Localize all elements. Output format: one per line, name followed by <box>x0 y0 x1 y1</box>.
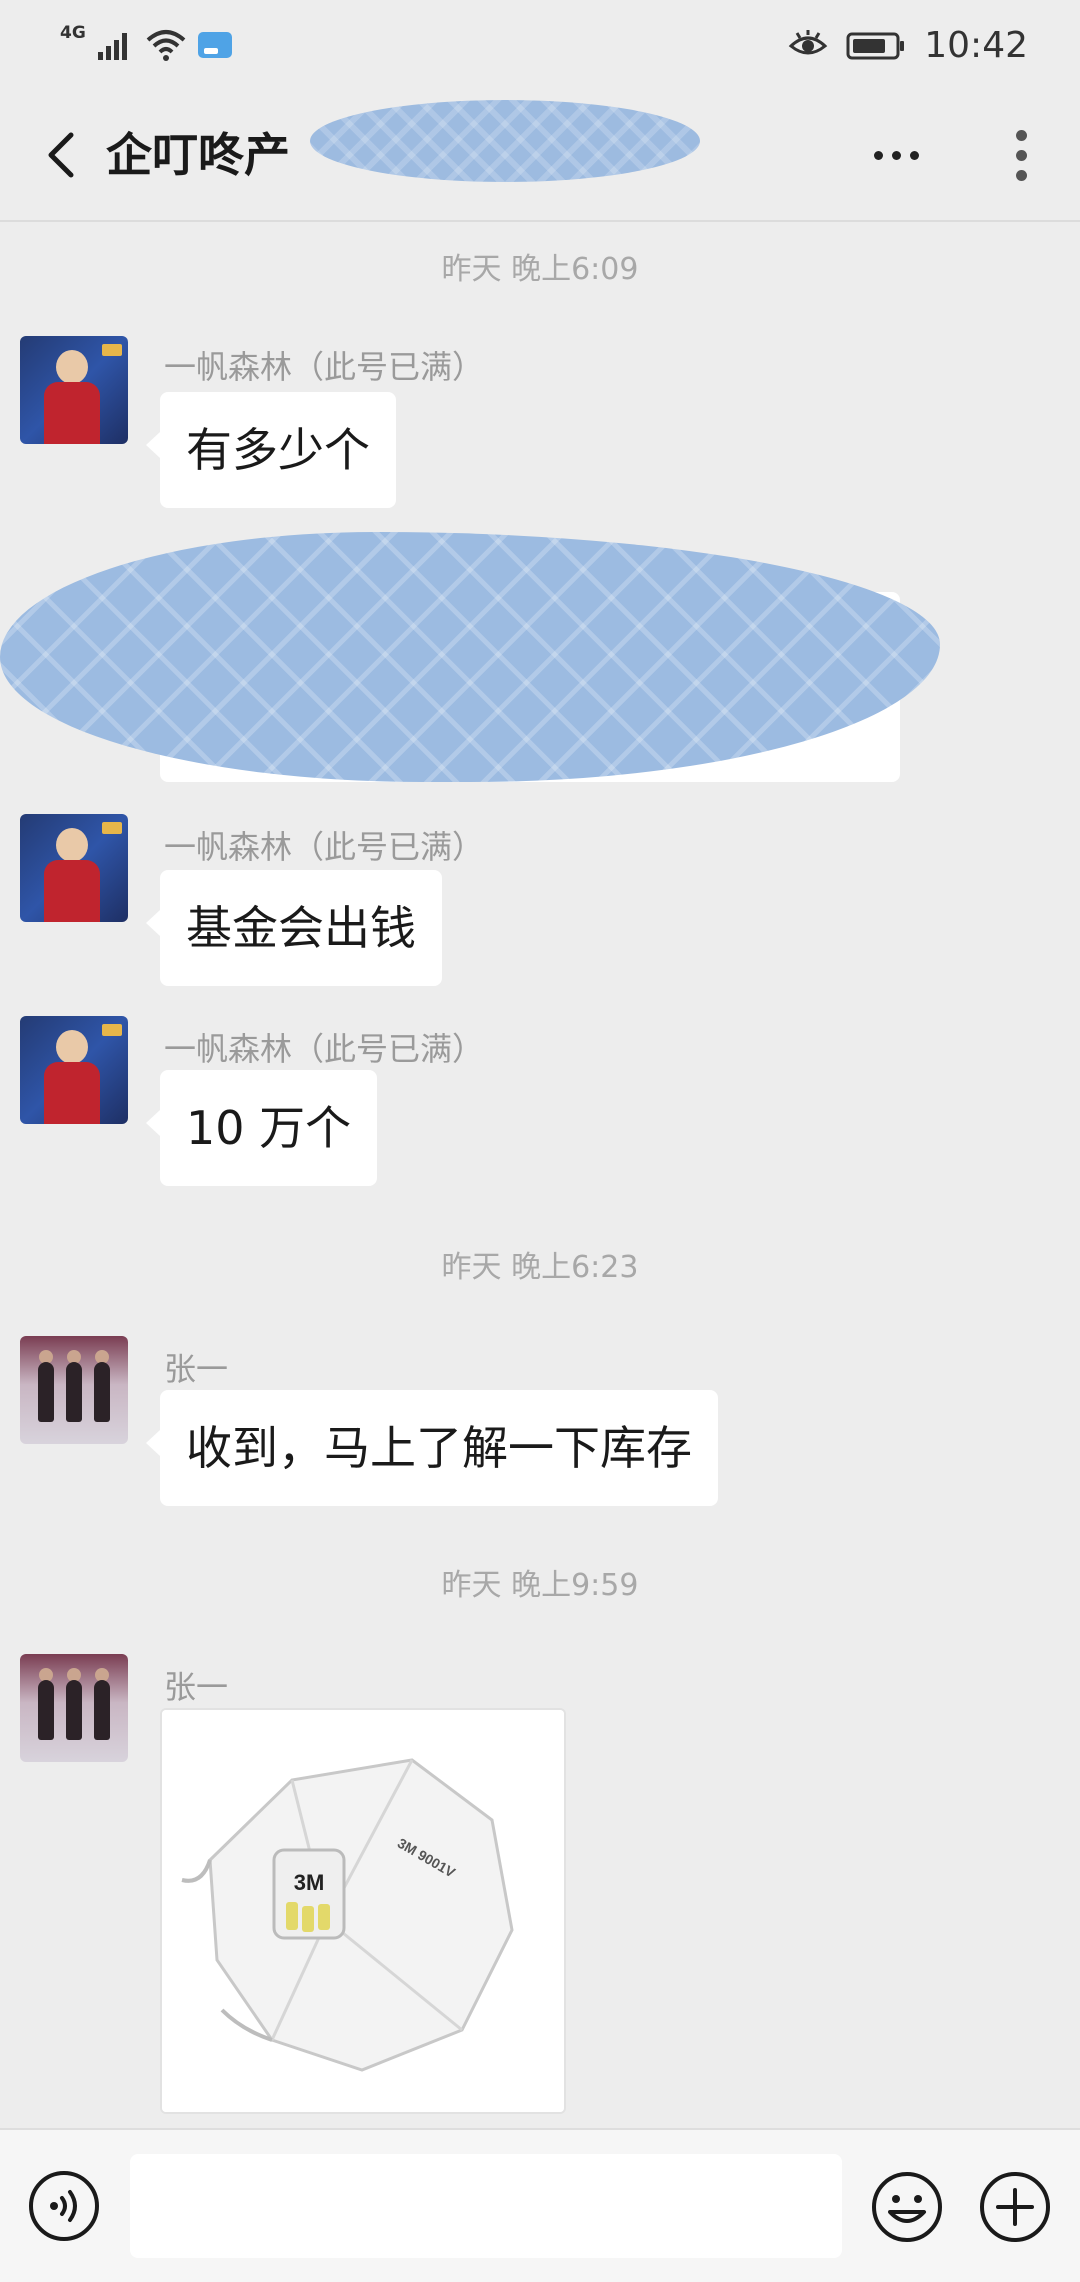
timestamp: 昨天 晚上9:59 <box>441 1568 639 1603</box>
message-bubble[interactable]: 收到，马上了解一下库存 <box>146 1390 718 1506</box>
mask-brand-text: 3M <box>294 1870 325 1895</box>
emoji-icon <box>872 2172 942 2242</box>
emoji-button[interactable] <box>870 2170 944 2244</box>
chevron-left-icon <box>48 132 74 178</box>
wifi-icon <box>146 30 186 61</box>
plus-icon <box>980 2172 1050 2242</box>
timestamp: 昨天 晚上6:09 <box>441 252 639 287</box>
sender-name: 张一 <box>164 1350 229 1388</box>
avatar[interactable] <box>20 1654 128 1762</box>
sender-name: 一帆森林（此号已满） <box>164 828 485 866</box>
battery-icon <box>846 32 905 60</box>
respirator-mask-image: 3M 3M 9001V <box>162 1710 564 2112</box>
avatar[interactable] <box>20 336 128 444</box>
signal-icon <box>97 33 127 60</box>
status-bar: 4G 10:42 <box>0 0 1080 90</box>
avatar[interactable] <box>20 814 128 922</box>
menu-button[interactable] <box>996 120 1046 190</box>
back-button[interactable] <box>28 120 92 190</box>
status-right: 10:42 <box>788 22 1028 68</box>
status-left: 4G <box>60 22 234 68</box>
message-bubble[interactable]: 10 万个 <box>145 1070 378 1186</box>
message-bubble[interactable]: 有多少个 <box>146 392 396 508</box>
sender-name: 张一 <box>164 1668 229 1706</box>
eye-comfort-icon <box>788 30 828 55</box>
sender-name: 一帆森林（此号已满） <box>164 1030 485 1068</box>
message-input[interactable] <box>130 2154 842 2258</box>
voice-button[interactable] <box>28 2170 100 2242</box>
avatar[interactable] <box>20 1336 128 1444</box>
notification-icon <box>197 32 232 58</box>
sender-name: 一帆森林（此号已满） <box>164 348 485 386</box>
more-button[interactable] <box>860 130 932 180</box>
network-type: 4G <box>60 23 86 43</box>
voice-icon <box>29 2171 99 2241</box>
redaction-mark <box>310 100 700 182</box>
image-message[interactable]: 3M 3M 9001V <box>160 1708 566 2114</box>
timestamp: 昨天 晚上6:23 <box>441 1250 639 1285</box>
plus-button[interactable] <box>978 2170 1052 2244</box>
input-bar <box>0 2128 1080 2282</box>
avatar[interactable] <box>20 1016 128 1124</box>
message-bubble[interactable]: 基金会出钱 <box>146 870 442 986</box>
chat-title: 企叮咚产 <box>106 128 290 182</box>
clock: 10:42 <box>924 24 1028 66</box>
